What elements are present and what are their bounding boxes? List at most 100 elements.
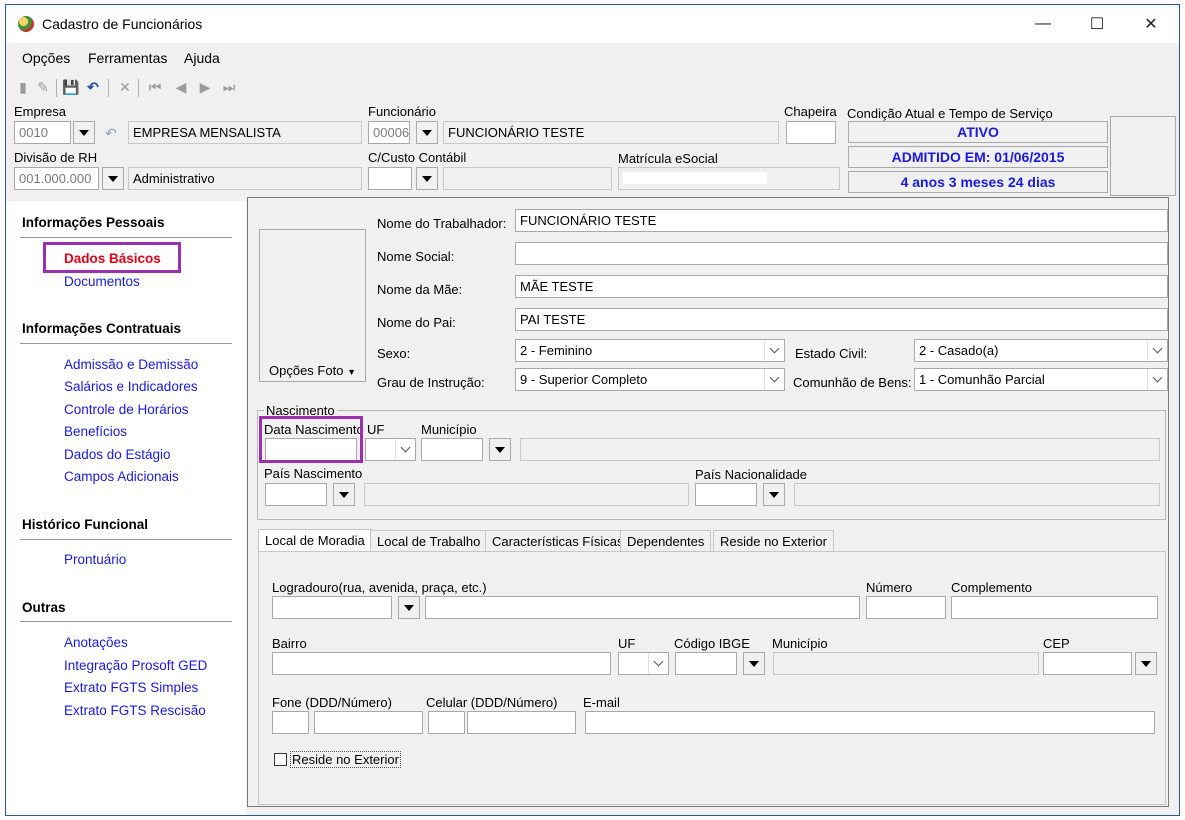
custo-name-field (443, 167, 612, 190)
next-record-icon[interactable]: ▶ (196, 77, 214, 97)
empresa-dropdown-button[interactable] (73, 121, 95, 144)
municipio-nascimento-code[interactable] (421, 438, 483, 461)
funcionario-code-field[interactable]: 00006 (368, 121, 410, 144)
sidebar-item-salarios[interactable]: Salários e Indicadores (64, 379, 198, 394)
uf-nascimento-select[interactable] (365, 438, 416, 461)
email-field[interactable] (585, 711, 1155, 734)
comunhao-label: Comunhão de Bens: (793, 375, 912, 390)
municipio-moradia-field (773, 652, 1039, 675)
save-icon[interactable]: 💾 (62, 77, 80, 97)
chevron-down-icon (339, 491, 349, 498)
pais-nascimento-dropdown[interactable] (333, 483, 355, 506)
chapeira-field[interactable] (786, 121, 836, 144)
custo-dropdown-button[interactable] (416, 167, 438, 190)
ibge-dropdown[interactable] (743, 652, 765, 675)
divisao-code-field[interactable]: 001.000.000 (14, 167, 99, 190)
sidebar-item-fgts-simples[interactable]: Extrato FGTS Simples (64, 680, 198, 695)
nome-pai-field[interactable]: PAI TESTE (515, 308, 1168, 331)
tab-caracteristicas[interactable]: Características Físicas (485, 530, 631, 552)
pais-nacionalidade-code[interactable] (695, 483, 757, 506)
menu-ferramentas[interactable]: Ferramentas (88, 50, 167, 66)
logradouro-field[interactable] (425, 596, 860, 619)
edit-icon[interactable]: ✎ (34, 77, 52, 97)
cep-dropdown[interactable] (1135, 652, 1157, 675)
ibge-field[interactable] (675, 652, 737, 675)
chevron-down-icon (495, 446, 505, 453)
fone-ddd-field[interactable] (272, 711, 309, 734)
custo-code-field[interactable] (368, 167, 412, 190)
matricula-label: Matrícula eSocial (618, 151, 718, 166)
ibge-label: Código IBGE (674, 636, 750, 651)
tab-local-moradia[interactable]: Local de Moradia (258, 529, 372, 553)
chevron-down-icon (395, 439, 415, 460)
condicao-label: Condição Atual e Tempo de Serviço (847, 106, 1053, 121)
sidebar-item-beneficios[interactable]: Benefícios (64, 424, 127, 439)
first-record-icon[interactable]: ⏮ (146, 77, 164, 97)
logradouro-label: Logradouro(rua, avenida, praça, etc.) (272, 580, 487, 595)
uf-moradia-label: UF (618, 636, 636, 651)
close-icon[interactable]: ✕ (1126, 5, 1176, 43)
sidebar-item-integracao-ged[interactable]: Integração Prosoft GED (64, 658, 207, 673)
sidebar-item-admissao[interactable]: Admissão e Demissão (64, 357, 198, 372)
cep-field[interactable] (1043, 652, 1132, 675)
divisao-dropdown-button[interactable] (102, 167, 124, 190)
status-tempo-badge: 4 anos 3 meses 24 dias (848, 171, 1108, 193)
reside-exterior-label[interactable]: Reside no Exterior (290, 751, 401, 768)
celular-numero-field[interactable] (467, 711, 576, 734)
numero-field[interactable] (866, 596, 946, 619)
menu-ajuda[interactable]: Ajuda (184, 50, 220, 66)
estado-civil-label: Estado Civil: (795, 346, 868, 361)
empresa-refresh-icon[interactable]: ↶ (102, 123, 120, 143)
sidebar-item-documentos[interactable]: Documentos (64, 274, 140, 289)
sidebar-item-prontuario[interactable]: Prontuário (64, 552, 126, 567)
minimize-icon[interactable]: — (1018, 5, 1068, 43)
grau-select[interactable]: 9 - Superior Completo (515, 368, 785, 391)
uf-moradia-select[interactable] (618, 652, 669, 675)
tab-local-trabalho[interactable]: Local de Trabalho (370, 530, 488, 552)
window-title: Cadastro de Funcionários (42, 16, 203, 32)
sidebar-item-campos-adicionais[interactable]: Campos Adicionais (64, 469, 179, 484)
delete-icon[interactable]: ✕ (116, 77, 134, 97)
sidebar-section-outras: Outras (22, 600, 66, 615)
title-bar: Cadastro de Funcionários — ☐ ✕ (6, 5, 1179, 43)
fone-numero-field[interactable] (314, 711, 423, 734)
estado-civil-select[interactable]: 2 - Casado(a) (914, 339, 1168, 362)
prev-record-icon[interactable]: ◀ (172, 77, 190, 97)
nome-social-field[interactable] (515, 242, 1168, 265)
maximize-icon[interactable]: ☐ (1072, 5, 1122, 43)
last-record-icon[interactable]: ⏭ (220, 77, 238, 97)
logradouro-dropdown[interactable] (398, 596, 420, 619)
chevron-down-icon (79, 129, 89, 136)
comunhao-select[interactable]: 1 - Comunhão Parcial (914, 368, 1168, 391)
nome-mae-field[interactable]: MÃE TESTE (515, 275, 1168, 298)
email-label: E-mail (583, 695, 620, 710)
pais-nascimento-code[interactable] (265, 483, 327, 506)
empresa-code-field[interactable]: 0010 (14, 121, 71, 144)
reside-exterior-checkbox[interactable] (274, 753, 287, 766)
nome-trabalhador-field[interactable]: FUNCIONÁRIO TESTE (515, 209, 1168, 232)
funcionario-dropdown-button[interactable] (416, 121, 438, 144)
undo-icon[interactable]: ↶ (84, 77, 102, 97)
municipio-nascimento-dropdown[interactable] (489, 438, 511, 461)
sidebar-item-estagio[interactable]: Dados do Estágio (64, 447, 171, 462)
cep-label: CEP (1043, 636, 1070, 651)
sexo-value: 2 - Feminino (520, 343, 593, 358)
new-record-icon[interactable]: ▮ (14, 77, 32, 97)
sidebar-item-anotacoes[interactable]: Anotações (64, 635, 128, 650)
sidebar-item-fgts-rescisao[interactable]: Extrato FGTS Rescisão (64, 703, 206, 718)
menu-opcoes[interactable]: Opções (22, 50, 70, 66)
photo-options-button[interactable]: Opções Foto ▼ (269, 363, 356, 378)
sidebar-item-horarios[interactable]: Controle de Horários (64, 402, 189, 417)
pais-nacionalidade-dropdown[interactable] (763, 483, 785, 506)
sexo-select[interactable]: 2 - Feminino (515, 339, 785, 362)
bairro-field[interactable] (272, 652, 611, 675)
logradouro-tipo[interactable] (272, 596, 392, 619)
chevron-down-icon (648, 653, 668, 674)
tab-reside-exterior[interactable]: Reside no Exterior (713, 530, 834, 552)
chevron-down-icon (422, 175, 432, 182)
tab-dependentes[interactable]: Dependentes (620, 530, 712, 552)
celular-ddd-field[interactable] (428, 711, 465, 734)
empresa-label: Empresa (14, 104, 67, 119)
complemento-field[interactable] (951, 596, 1158, 619)
custo-label: C/Custo Contábil (368, 150, 467, 165)
